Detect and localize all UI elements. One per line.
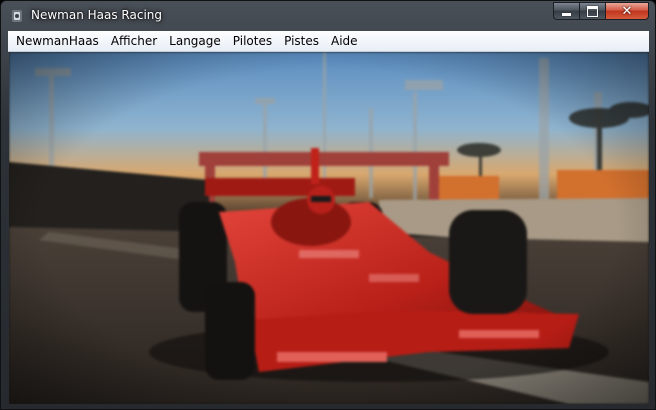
menu-pistes[interactable]: Pistes: [278, 31, 325, 51]
maximize-icon: [587, 5, 598, 17]
close-button[interactable]: ✕: [605, 2, 649, 20]
racing-car-app-icon[interactable]: [9, 8, 25, 24]
race-scene: [9, 52, 649, 404]
app-window: Newman Haas Racing ✕ NewmanHaas Afficher…: [0, 0, 656, 410]
caption-buttons: ✕: [553, 2, 649, 22]
menu-aide[interactable]: Aide: [325, 31, 364, 51]
close-icon: ✕: [621, 3, 633, 19]
menu-pilotes[interactable]: Pilotes: [227, 31, 278, 51]
game-viewport[interactable]: [9, 52, 649, 404]
menu-langage[interactable]: Langage: [163, 31, 227, 51]
maximize-button[interactable]: [579, 2, 605, 20]
minimize-icon: [562, 12, 571, 16]
window-title: Newman Haas Racing: [31, 8, 163, 22]
menu-newmanhaas[interactable]: NewmanHaas: [8, 31, 105, 51]
menu-bar: NewmanHaas Afficher Langage Pilotes Pist…: [8, 31, 649, 52]
title-bar[interactable]: Newman Haas Racing ✕: [1, 1, 655, 31]
menu-afficher[interactable]: Afficher: [105, 31, 163, 51]
minimize-button[interactable]: [553, 2, 579, 20]
